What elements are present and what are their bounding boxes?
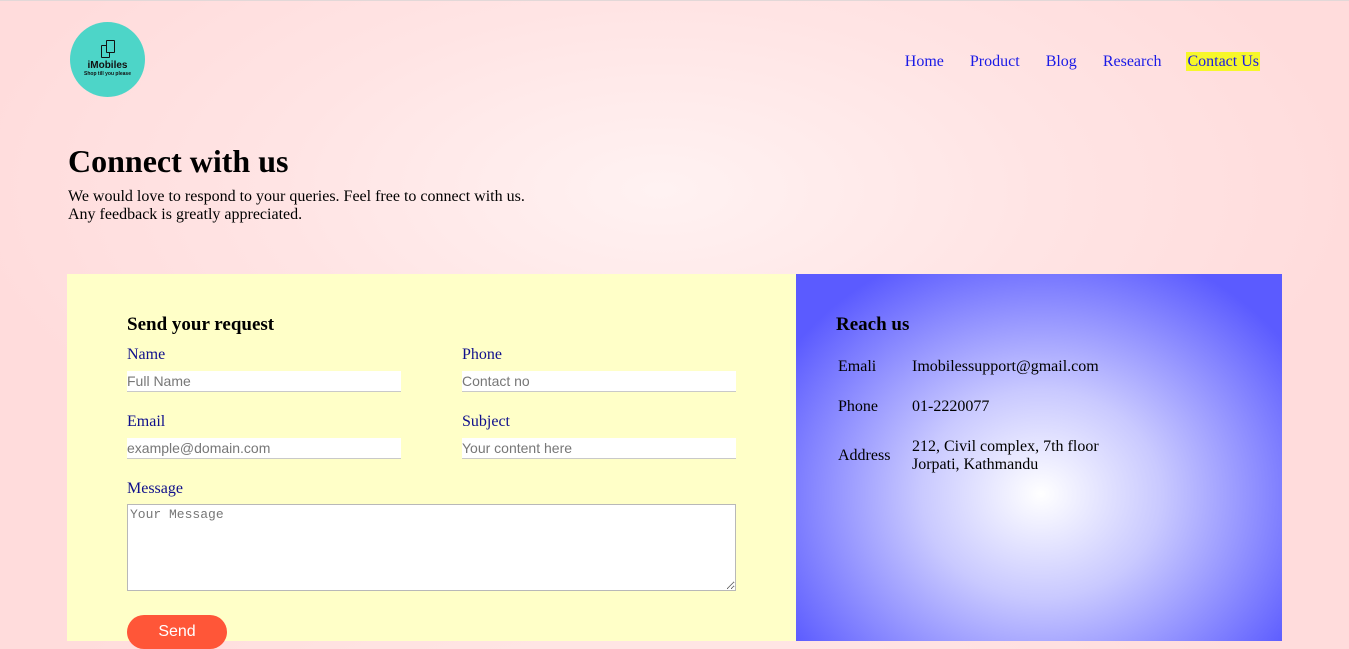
address-line-1: 212, Civil complex, 7th floor — [912, 438, 1099, 455]
phone-info-value: 01-2220077 — [912, 398, 990, 415]
request-form-panel: Send your request Name Phone Email Subje… — [67, 274, 796, 649]
address-info-value: 212, Civil complex, 7th floor Jorpati, K… — [912, 438, 1099, 474]
hero-line-1: We would love to respond to your queries… — [68, 188, 525, 205]
page-title: Connect with us — [68, 143, 289, 179]
nav-contact-us[interactable]: Contact Us — [1186, 52, 1260, 71]
reach-us-title: Reach us — [836, 314, 910, 335]
email-info-value: Imobilessupport@gmail.com — [912, 358, 1099, 375]
email-info-label: Emali — [838, 358, 877, 375]
form-title: Send your request — [127, 314, 275, 335]
email-label: Email — [127, 413, 166, 430]
brand-name: iMobiles — [87, 59, 128, 71]
subject-input[interactable] — [462, 438, 736, 459]
message-label: Message — [127, 480, 183, 497]
email-input[interactable] — [127, 438, 401, 459]
main-nav: Home Product Blog Research Contact Us — [880, 52, 1260, 71]
address-info-label: Address — [838, 447, 891, 464]
nav-blog[interactable]: Blog — [1045, 52, 1078, 71]
brand-logo[interactable]: iMobiles Shop till you please — [70, 22, 145, 97]
address-line-2: Jorpati, Kathmandu — [912, 456, 1039, 473]
brand-tagline: Shop till you please — [84, 70, 131, 77]
hero-line-2: Any feedback is greatly appreciated. — [68, 206, 303, 223]
phone-input[interactable] — [462, 371, 736, 392]
message-textarea[interactable] — [127, 504, 736, 591]
phone-info-label: Phone — [838, 398, 878, 415]
subject-label: Subject — [462, 413, 510, 430]
phone-label: Phone — [462, 346, 502, 363]
hero-description: We would love to respond to your queries… — [68, 188, 525, 224]
name-input[interactable] — [127, 371, 401, 392]
name-label: Name — [127, 346, 166, 363]
phones-icon — [99, 39, 117, 58]
send-button[interactable]: Send — [127, 615, 227, 649]
nav-research[interactable]: Research — [1102, 52, 1163, 71]
reach-us-panel: Reach us Emali Imobilessupport@gmail.com… — [796, 274, 1282, 641]
nav-product[interactable]: Product — [969, 52, 1021, 71]
nav-home[interactable]: Home — [904, 52, 945, 71]
